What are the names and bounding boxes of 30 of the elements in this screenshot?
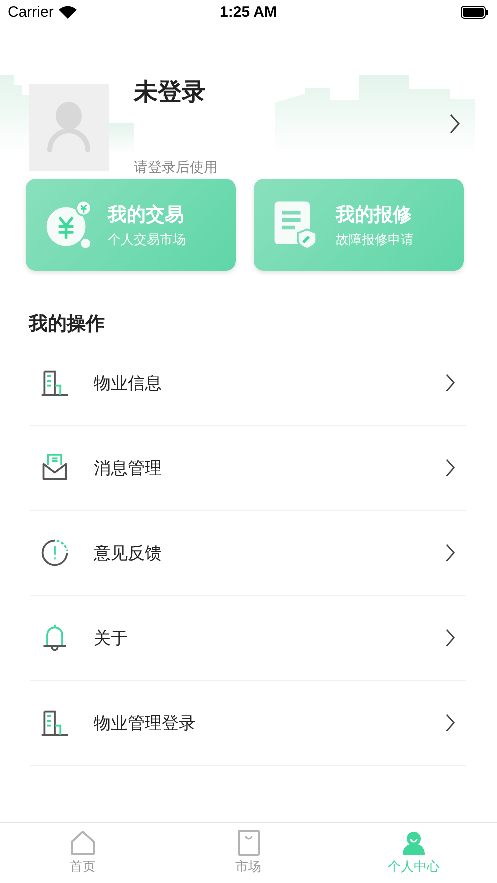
battery-icon (461, 6, 489, 19)
building-icon (40, 368, 70, 398)
chevron-right-icon[interactable] (445, 458, 456, 478)
card-title: 我的报修 (336, 202, 413, 228)
home-icon (70, 830, 96, 856)
menu-item[interactable]: 物业信息 (94, 372, 445, 394)
login-status: 未登录 (134, 77, 207, 108)
building-icon (40, 708, 70, 738)
chevron-right-icon[interactable] (445, 628, 456, 648)
login-hint: 请登录后使用 (134, 159, 219, 177)
card-subtitle: 故障报修申请 (336, 232, 414, 248)
chevron-right-icon[interactable] (445, 713, 456, 733)
bag-icon (236, 830, 262, 856)
carrier-label: Carrier (8, 4, 54, 21)
menu-item[interactable]: 意见反馈 (94, 542, 445, 564)
person-icon (401, 830, 428, 856)
alert-icon (40, 538, 70, 568)
chevron-right-icon[interactable] (445, 543, 456, 563)
card-subtitle: 个人交易市场 (108, 232, 186, 248)
chevron-right-icon[interactable] (445, 373, 456, 393)
menu-item[interactable]: 物业管理登录 (94, 712, 445, 734)
clock-label: 1:25 AM (220, 4, 277, 21)
menu-item[interactable]: 消息管理 (94, 456, 445, 480)
person-icon (47, 102, 91, 154)
mail-icon (40, 453, 70, 483)
chevron-right-icon[interactable] (449, 112, 461, 134)
card-title: 我的交易 (108, 202, 185, 228)
section-title: 我的操作 (28, 312, 106, 337)
wifi-icon (58, 6, 77, 19)
menu-item[interactable]: 关于 (94, 626, 445, 650)
